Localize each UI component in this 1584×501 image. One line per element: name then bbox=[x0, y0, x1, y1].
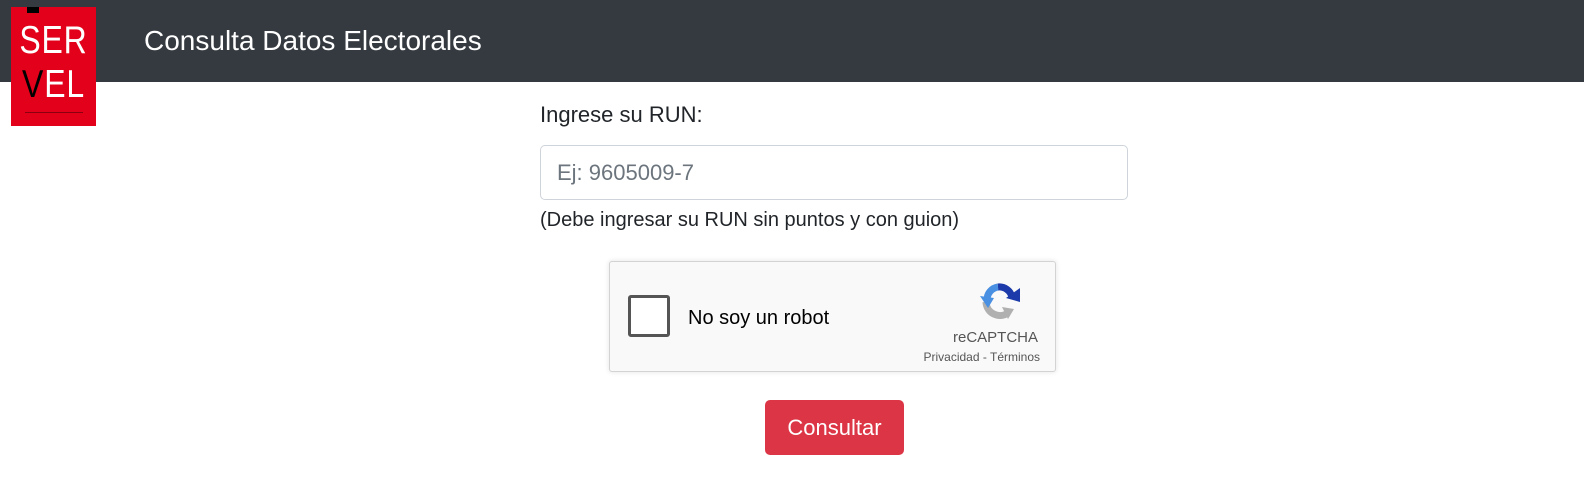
servel-logo[interactable]: SER VEL bbox=[11, 7, 96, 126]
recaptcha-brand: reCAPTCHA bbox=[952, 329, 1038, 346]
logo-text-el: EL bbox=[44, 63, 85, 106]
logo-accent-bar bbox=[27, 7, 39, 13]
logo-rule bbox=[25, 112, 83, 113]
logo-text-top: SER bbox=[19, 19, 88, 62]
page-title: Consulta Datos Electorales bbox=[144, 25, 482, 56]
recaptcha-privacy-link[interactable]: Privacidad bbox=[924, 350, 980, 364]
consultar-button[interactable]: Consultar bbox=[765, 400, 904, 455]
logo-text-v: V bbox=[22, 63, 45, 106]
run-help-text: (Debe ingresar su RUN sin puntos y con g… bbox=[540, 209, 960, 231]
run-input[interactable] bbox=[540, 145, 1128, 200]
recaptcha-terms-link[interactable]: Términos bbox=[990, 350, 1040, 364]
recaptcha-label: No soy un robot bbox=[688, 307, 830, 329]
logo-text-bottom: VEL bbox=[19, 65, 89, 105]
recaptcha-widget: No soy un robot reCAPTCHA Privacidad - T… bbox=[609, 261, 1056, 372]
recaptcha-links: Privacidad - Términos bbox=[890, 349, 1041, 365]
navbar: Consulta Datos Electorales bbox=[0, 0, 1584, 82]
run-label: Ingrese su RUN: bbox=[540, 102, 703, 127]
recaptcha-link-separator: - bbox=[979, 350, 990, 364]
recaptcha-checkbox[interactable] bbox=[628, 295, 670, 337]
recaptcha-logo-icon bbox=[980, 283, 1020, 319]
